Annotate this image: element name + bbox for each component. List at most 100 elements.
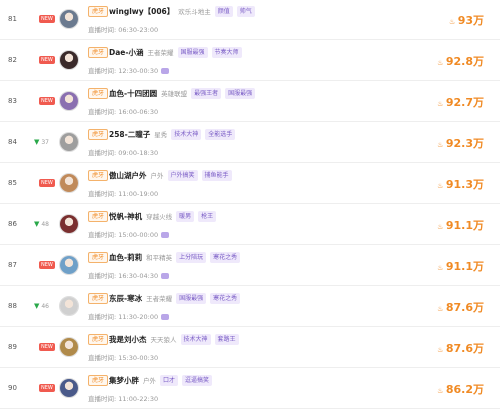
- streamer-name[interactable]: 258-二瞳子: [109, 130, 150, 139]
- streamer-name[interactable]: Dae-小涵: [109, 48, 144, 57]
- live-time: 直播时间: 15:00-00:00: [88, 229, 170, 239]
- rank-number: 87: [8, 261, 17, 269]
- new-badge: NEW: [39, 261, 55, 269]
- table-row[interactable]: 82 NEW 虎牙 Dae-小涵 王者荣耀 国服最强 节奏大师 直播时间: 12:30-00:…: [0, 41, 500, 81]
- streamer-tag: 套路王: [214, 334, 239, 345]
- avatar[interactable]: [59, 9, 79, 29]
- rank-change: ▼ 37: [34, 138, 49, 146]
- new-badge: NEW: [39, 343, 55, 351]
- table-row[interactable]: 88 ▼ 46 虎牙 东辰-寒冰 王者荣耀 国服最强 寒花之秀 直播时间: 11:30-20:…: [0, 287, 500, 327]
- new-badge: NEW: [39, 56, 55, 64]
- table-row[interactable]: 89 NEW 虎牙 我是刘小杰 天天狼人 技术大神 套路王 直播时间: 15:30-00:30…: [0, 328, 500, 368]
- platform-badge: 虎牙: [88, 6, 109, 17]
- live-time: 直播时间: 11:00-19:00: [88, 188, 158, 198]
- table-row[interactable]: 83 NEW 虎牙 血色-十四团圆 英雄联盟 最强王者 国服最强 直播时间: 16:00-06…: [0, 82, 500, 122]
- platform-badge: 虎牙: [88, 252, 109, 263]
- category-label: 星秀: [154, 131, 168, 139]
- live-time-label: 直播时间:: [88, 272, 117, 280]
- table-row[interactable]: 81 NEW 虎牙 winglwy【006】 欢乐斗地主 颜值 帅气 直播时间: 06:30-…: [0, 0, 500, 40]
- live-time: 直播时间: 16:00-06:30: [88, 106, 158, 116]
- live-time: 直播时间: 16:30-04:30: [88, 270, 170, 280]
- rank-number: 88: [8, 302, 17, 310]
- heat-score: ♨ 91.1万: [437, 217, 484, 233]
- heat-score-value: 92.3万: [445, 137, 484, 150]
- live-time: 直播时间: 12:30-00:30: [88, 65, 170, 75]
- table-row[interactable]: 87 NEW 虎牙 血色-莉莉 和平精英 上分陪玩 寒花之秀 直播时间: 16:30-04:3…: [0, 246, 500, 286]
- platform-badge: 虎牙: [88, 47, 109, 58]
- rank-down-icon: ▼: [34, 220, 40, 228]
- rank-down-icon: ▼: [34, 302, 40, 310]
- heat-score: ♨ 91.1万: [437, 258, 484, 274]
- streamer-tag: 户外搞笑: [167, 170, 198, 181]
- flame-icon: ♨: [437, 141, 444, 149]
- streamer-name[interactable]: 集梦小胖: [109, 376, 139, 385]
- streamer-name[interactable]: 血色-莉莉: [109, 253, 142, 262]
- heat-score-value: 93万: [457, 14, 484, 27]
- live-time-label: 直播时间:: [88, 354, 117, 362]
- avatar[interactable]: [59, 173, 79, 193]
- rank-number: 84: [8, 138, 17, 146]
- heat-score: ♨ 92.8万: [437, 53, 484, 69]
- avatar[interactable]: [59, 378, 79, 398]
- streamer-tag: 暖男: [176, 211, 195, 222]
- category-label: 户外: [143, 377, 156, 385]
- table-row[interactable]: 84 ▼ 37 虎牙 258-二瞳子 星秀 技术大神 全能选手 直播时间: 09:00-18:…: [0, 123, 500, 163]
- rank-number: 81: [8, 15, 17, 23]
- platform-badge: 虎牙: [88, 129, 109, 140]
- rank-down-icon: ▼: [34, 138, 40, 146]
- rank-change-value: 48: [41, 221, 49, 228]
- streamer-tag: 枪王: [198, 211, 217, 222]
- table-row[interactable]: 86 ▼ 48 虎牙 悦帆-神机 穿越火线 暖男 枪王 直播时间: 15:00-00:00 ♨ …: [0, 205, 500, 245]
- category-label: 户外: [150, 172, 164, 180]
- avatar[interactable]: [59, 50, 79, 70]
- streamer-name[interactable]: 东辰-寒冰: [109, 294, 142, 303]
- table-row[interactable]: 90 NEW 虎牙 集梦小胖 户外 口才 逗逼搞笑 直播时间: 11:00-22:30 ♨ 86…: [0, 369, 500, 409]
- heat-score: ♨ 92.3万: [437, 135, 484, 151]
- avatar[interactable]: [59, 214, 79, 234]
- heat-score: ♨ 86.2万: [437, 381, 484, 397]
- live-time: 直播时间: 15:30-00:30: [88, 352, 158, 362]
- live-time: 直播时间: 06:30-23:00: [88, 24, 158, 34]
- live-time-value: 15:00-00:00: [118, 231, 159, 239]
- streamer-tag: 口才: [160, 375, 179, 386]
- live-time-value: 16:30-04:30: [118, 272, 159, 280]
- category-label: 穿越火线: [146, 213, 173, 221]
- streamer-tag: 技术大神: [180, 334, 211, 345]
- new-badge: NEW: [39, 97, 55, 105]
- flame-icon: ♨: [437, 100, 444, 108]
- table-row[interactable]: 85 NEW 虎牙 傲山湖户外 户外 户外搞笑 捕鱼能手 直播时间: 11:00-19:00 ♨…: [0, 164, 500, 204]
- live-time-label: 直播时间:: [88, 190, 117, 198]
- live-time-label: 直播时间:: [88, 67, 117, 75]
- live-time-label: 直播时间:: [88, 231, 117, 239]
- streamer-name[interactable]: 血色-十四团圆: [109, 89, 157, 98]
- category-label: 王者荣耀: [147, 49, 174, 57]
- platform-badge: 虎牙: [88, 375, 109, 386]
- category-label: 欢乐斗地主: [178, 8, 211, 16]
- ranking-list: 81 NEW 虎牙 winglwy【006】 欢乐斗地主 颜值 帅气 直播时间: 06:30-…: [0, 0, 500, 409]
- streamer-tag: 最强王者: [191, 88, 222, 99]
- live-time-value: 06:30-23:00: [118, 26, 159, 34]
- avatar[interactable]: [59, 132, 79, 152]
- heat-score: ♨ 91.3万: [437, 176, 484, 192]
- streamer-name[interactable]: 我是刘小杰: [109, 335, 147, 344]
- chat-icon: [161, 273, 170, 279]
- chat-icon: [161, 232, 170, 238]
- streamer-name[interactable]: winglwy【006】: [109, 7, 174, 16]
- new-badge: NEW: [39, 384, 55, 392]
- new-badge: NEW: [39, 179, 55, 187]
- streamer-name[interactable]: 傲山湖户外: [109, 171, 147, 180]
- platform-badge: 虎牙: [88, 211, 109, 222]
- heat-score-value: 92.7万: [445, 96, 484, 109]
- avatar[interactable]: [59, 91, 79, 111]
- live-time: 直播时间: 11:00-22:30: [88, 393, 158, 403]
- new-badge: NEW: [39, 15, 55, 23]
- avatar[interactable]: [59, 255, 79, 275]
- streamer-tag: 颜值: [214, 6, 233, 17]
- avatar[interactable]: [59, 337, 79, 357]
- live-time: 直播时间: 09:00-18:30: [88, 147, 158, 157]
- category-label: 王者荣耀: [146, 295, 173, 303]
- streamer-name[interactable]: 悦帆-神机: [109, 212, 142, 221]
- flame-icon: ♨: [437, 346, 444, 354]
- live-time-label: 直播时间:: [88, 149, 117, 157]
- avatar[interactable]: [59, 296, 79, 316]
